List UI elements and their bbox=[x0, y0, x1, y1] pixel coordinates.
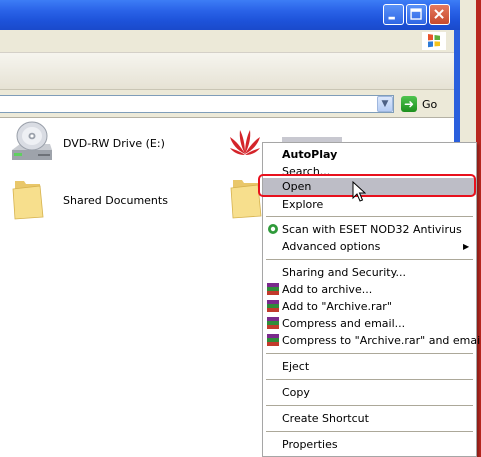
chevron-down-icon: ▼ bbox=[381, 99, 389, 109]
menu-item-explore[interactable]: Explore bbox=[263, 196, 476, 213]
go-button[interactable]: ➜ Go bbox=[401, 95, 441, 113]
menu-item-advanced-options[interactable]: Advanced options ▶ bbox=[263, 238, 476, 255]
go-label: Go bbox=[422, 97, 438, 111]
winrar-icon bbox=[267, 300, 279, 312]
highlight-annotation bbox=[258, 174, 476, 197]
toolbar bbox=[0, 53, 454, 90]
menu-item-sharing-security[interactable]: Sharing and Security... bbox=[263, 264, 476, 281]
folder-icon[interactable] bbox=[10, 177, 48, 221]
address-dropdown-button[interactable]: ▼ bbox=[377, 96, 393, 112]
maximize-icon bbox=[407, 5, 426, 24]
windows-logo-icon bbox=[422, 32, 446, 50]
menu-item-scan-eset[interactable]: Scan with ESET NOD32 Antivirus bbox=[263, 221, 476, 238]
shared-documents-label[interactable]: Shared Documents bbox=[63, 194, 168, 207]
winrar-icon bbox=[267, 283, 279, 295]
close-button[interactable] bbox=[429, 4, 450, 25]
menu-separator bbox=[266, 259, 473, 260]
folder-icon[interactable] bbox=[228, 176, 262, 220]
winrar-icon bbox=[267, 317, 279, 329]
menu-item-autoplay[interactable]: AutoPlay bbox=[263, 146, 476, 163]
menu-item-copy[interactable]: Copy bbox=[263, 384, 476, 401]
submenu-arrow-icon: ▶ bbox=[463, 242, 470, 251]
minimize-button[interactable] bbox=[383, 4, 404, 25]
address-input[interactable] bbox=[0, 95, 394, 113]
dvd-drive-label[interactable]: DVD-RW Drive (E:) bbox=[63, 137, 165, 150]
menu-separator bbox=[266, 353, 473, 354]
close-icon bbox=[430, 5, 449, 24]
go-arrow-icon: ➜ bbox=[401, 96, 417, 112]
maximize-button[interactable] bbox=[406, 4, 427, 25]
menu-separator bbox=[266, 216, 473, 217]
menu-separator bbox=[266, 379, 473, 380]
menu-separator bbox=[266, 405, 473, 406]
menu-item-eject[interactable]: Eject bbox=[263, 358, 476, 375]
menu-item-create-shortcut[interactable]: Create Shortcut bbox=[263, 410, 476, 427]
winrar-icon bbox=[267, 334, 279, 346]
menu-item-compress-email[interactable]: Compress and email... bbox=[263, 315, 476, 332]
menu-item-properties[interactable]: Properties bbox=[263, 436, 476, 453]
dvd-drive-icon[interactable] bbox=[10, 120, 54, 168]
menu-item-add-to-archive-rar[interactable]: Add to "Archive.rar" bbox=[263, 298, 476, 315]
drive-logo-icon[interactable] bbox=[227, 124, 263, 160]
menu-item-add-to-archive[interactable]: Add to archive... bbox=[263, 281, 476, 298]
minimize-icon bbox=[384, 5, 403, 24]
eset-scan-icon bbox=[267, 223, 279, 235]
menu-bar[interactable] bbox=[0, 30, 454, 53]
menu-item-compress-rar-email[interactable]: Compress to "Archive.rar" and email bbox=[263, 332, 481, 349]
menu-separator bbox=[266, 431, 473, 432]
mouse-cursor-icon bbox=[352, 180, 367, 203]
